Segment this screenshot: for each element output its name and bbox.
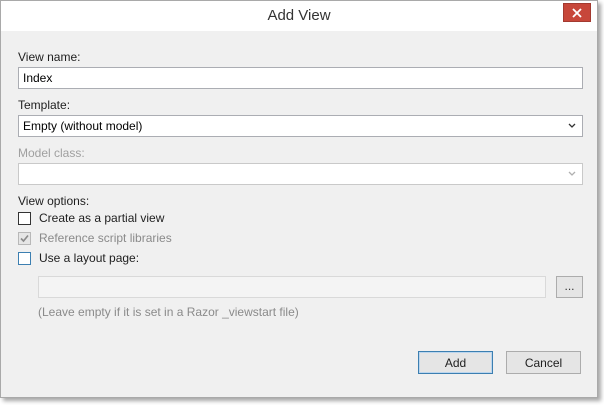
- script-libraries-option[interactable]: Reference script libraries: [18, 230, 172, 246]
- chevron-down-icon: [568, 123, 576, 128]
- title-bar: Add View: [1, 1, 597, 31]
- layout-page-label: Use a layout page:: [39, 251, 140, 265]
- view-options-label: View options:: [18, 194, 90, 208]
- cancel-button[interactable]: Cancel: [506, 351, 581, 374]
- browse-button[interactable]: ...: [556, 276, 583, 298]
- partial-view-option[interactable]: Create as a partial view: [18, 210, 164, 226]
- model-class-label: Model class:: [18, 146, 85, 160]
- layout-page-checkbox[interactable]: [18, 251, 31, 265]
- partial-view-label: Create as a partial view: [39, 211, 165, 225]
- add-button-label: Add: [444, 355, 467, 370]
- layout-path-input[interactable]: [38, 276, 546, 298]
- template-select[interactable]: Empty (without model): [18, 115, 583, 137]
- cancel-button-label: Cancel: [524, 355, 563, 370]
- template-select-value: Empty (without model): [23, 119, 143, 133]
- add-button[interactable]: Add: [418, 351, 493, 374]
- add-view-dialog: Add View View name: Index Template: Empt…: [0, 0, 598, 398]
- close-button[interactable]: [563, 3, 591, 22]
- dialog-title: Add View: [267, 7, 331, 24]
- template-label: Template:: [18, 98, 71, 112]
- layout-hint-text: (Leave empty if it is set in a Razor _vi…: [38, 305, 299, 319]
- layout-page-option[interactable]: Use a layout page:: [18, 250, 139, 266]
- view-name-label: View name:: [18, 50, 81, 64]
- script-libraries-label: Reference script libraries: [39, 231, 172, 245]
- close-icon: [572, 7, 582, 18]
- model-class-select[interactable]: [18, 163, 583, 185]
- checkmark-icon: [20, 234, 29, 242]
- chevron-down-icon: [568, 171, 576, 176]
- partial-view-checkbox[interactable]: [18, 211, 31, 225]
- script-libraries-checkbox[interactable]: [18, 231, 31, 245]
- view-name-input[interactable]: Index: [18, 67, 583, 89]
